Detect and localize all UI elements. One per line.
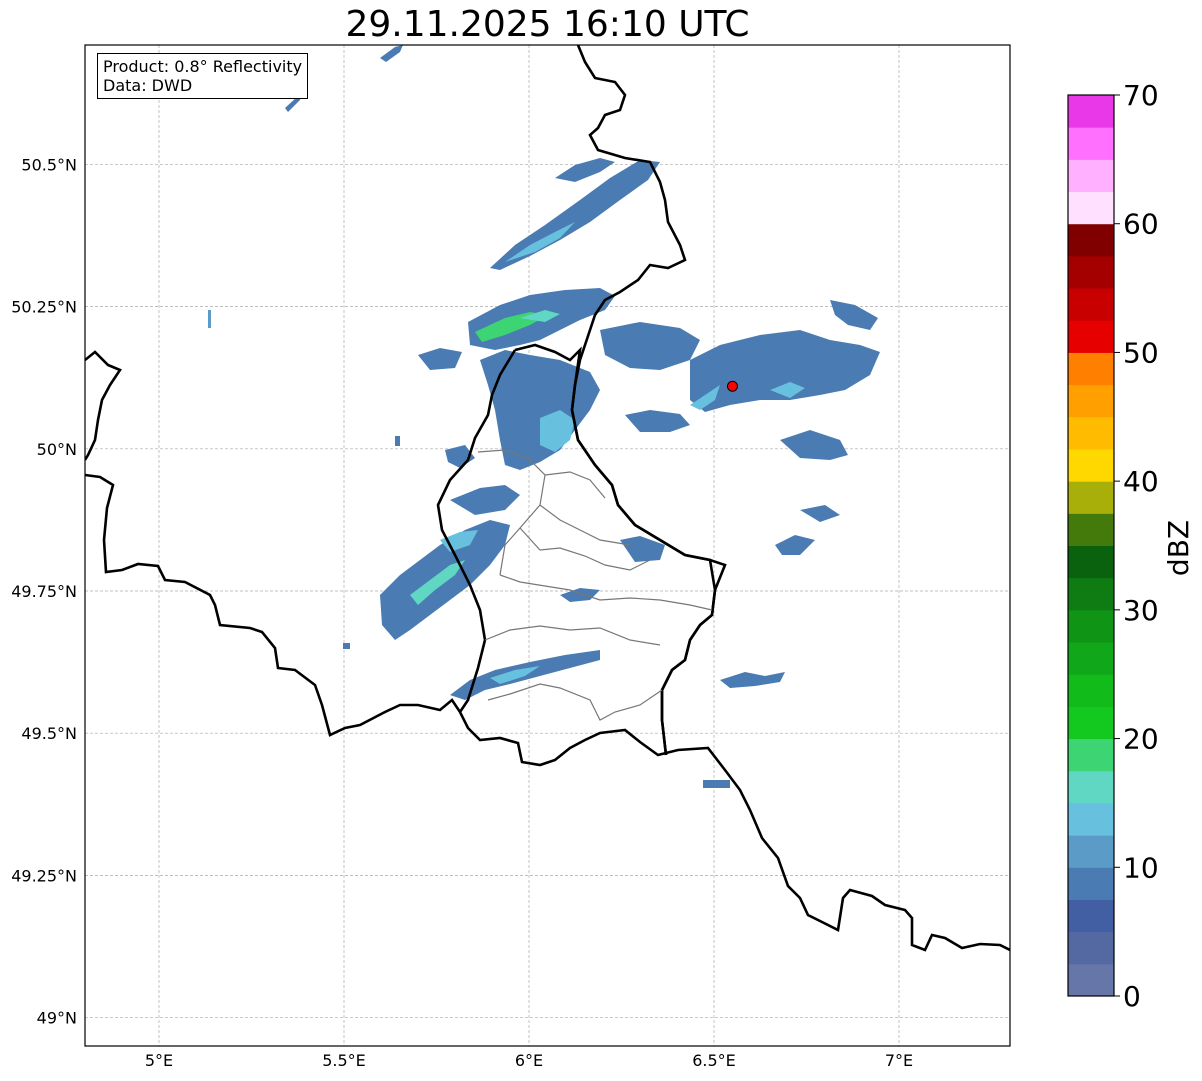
colorbar-tick-label: 50 [1123, 336, 1159, 369]
y-tick-label: 50°N [37, 440, 77, 459]
colorbar-segment [1068, 159, 1114, 193]
x-tick-label: 5°E [145, 1051, 173, 1070]
x-tick-label: 5.5°E [322, 1051, 366, 1070]
radar-site-marker [727, 380, 738, 392]
colorbar-segment [1068, 706, 1114, 740]
x-tick-label: 7°E [885, 1051, 913, 1070]
colorbar-segment [1068, 802, 1114, 836]
colorbar-tick-label: 40 [1123, 465, 1159, 498]
colorbar-segment [1068, 127, 1114, 160]
colorbar-ticks: 0 10 20 30 40 50 60 70 [1114, 79, 1159, 1013]
colorbar-segment [1068, 352, 1114, 386]
colorbar-segment [1068, 448, 1114, 482]
colorbar-segment [1068, 867, 1114, 900]
x-tick-label: 6°E [515, 1051, 543, 1070]
colorbar-segment [1068, 899, 1114, 933]
colorbar-segment [1068, 416, 1114, 450]
colorbar-segment [1068, 931, 1114, 965]
radar-echo [343, 643, 350, 649]
colorbar-tick-label: 10 [1123, 851, 1159, 884]
colorbar-segment [1068, 674, 1114, 707]
source-line: Data: DWD [103, 76, 193, 95]
colorbar-segment [1068, 609, 1114, 643]
y-tick-label: 49.5°N [21, 724, 77, 743]
colorbar-segment [1068, 642, 1114, 675]
colorbar-segment [1068, 191, 1114, 225]
colorbar-tick-label: 60 [1123, 208, 1159, 241]
colorbar-segment [1068, 320, 1114, 353]
product-info-box: Product: 0.8° Reflectivity Data: DWD [97, 53, 309, 99]
radar-echo [395, 436, 400, 446]
colorbar-segment [1068, 288, 1114, 321]
colorbar-segment [1068, 95, 1114, 128]
colorbar-segment [1068, 513, 1114, 546]
colorbar-segment [1068, 481, 1114, 514]
colorbar-segment [1068, 738, 1114, 772]
colorbar-tick-label: 30 [1123, 594, 1159, 627]
y-tick-label: 50.25°N [11, 298, 77, 317]
colorbar-segment [1068, 835, 1114, 868]
colorbar-segment [1068, 577, 1114, 611]
y-tick-label: 50.5°N [21, 155, 77, 174]
radar-echo [703, 780, 730, 788]
y-tick-label: 49.75°N [11, 582, 77, 601]
colorbar-tick-label: 20 [1123, 723, 1159, 756]
radar-echo [208, 310, 211, 328]
colorbar-segment [1068, 770, 1114, 804]
colorbar-segment [1068, 223, 1114, 257]
radar-map: 5°E 5.5°E 6°E 6.5°E 7°E 49°N 49.25°N 49.5°N 49.7… [11, 44, 1195, 1070]
colorbar [1068, 95, 1114, 997]
x-tick-label: 6.5°E [692, 1051, 736, 1070]
colorbar-segment [1068, 384, 1114, 418]
colorbar-segment [1068, 545, 1114, 579]
y-tick-label: 49.25°N [11, 866, 77, 885]
colorbar-label: dBZ [1162, 520, 1195, 576]
colorbar-segment [1068, 963, 1114, 997]
y-tick-label: 49°N [37, 1009, 77, 1028]
colorbar-tick-label: 0 [1123, 980, 1141, 1013]
product-line: Product: 0.8° Reflectivity [103, 57, 303, 76]
colorbar-segment [1068, 255, 1114, 289]
colorbar-tick-label: 70 [1123, 79, 1159, 112]
